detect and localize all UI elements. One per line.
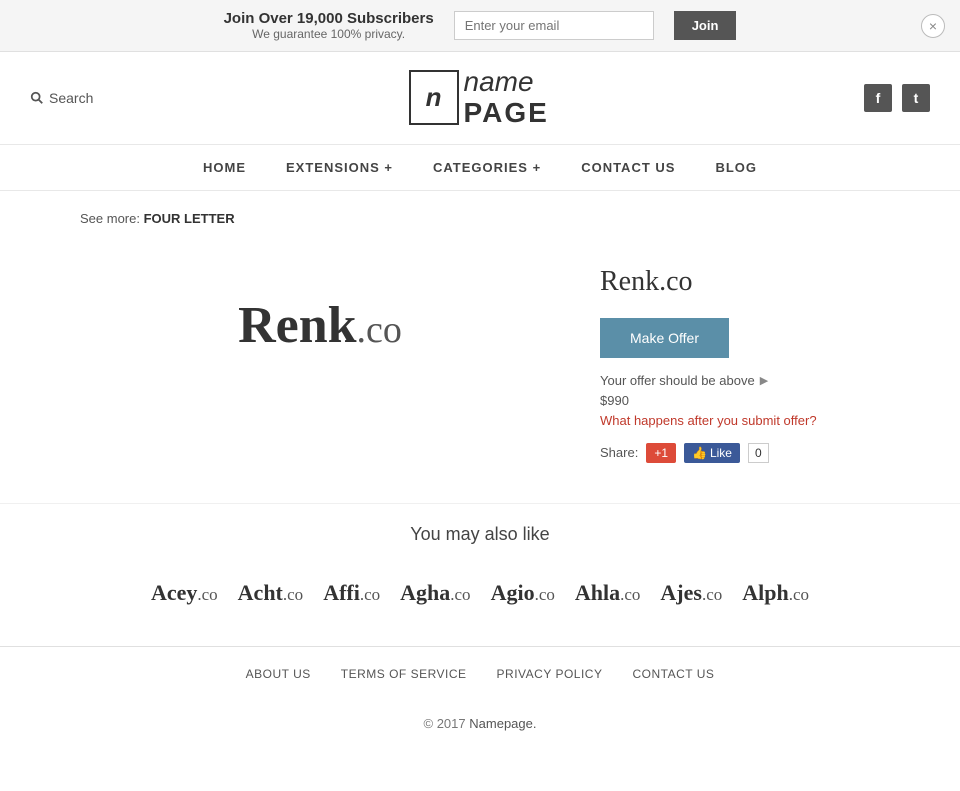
you-may-also-heading: You may also like (0, 503, 960, 560)
footer-terms-link[interactable]: TERMS OF SERVICE (341, 667, 467, 681)
list-item[interactable]: Alph.co (742, 580, 809, 606)
main-nav: HOME EXTENSIONS + CATEGORIES + CONTACT U… (0, 145, 960, 191)
breadcrumb-see-text: See more: (80, 211, 140, 226)
search-link[interactable]: Search (30, 90, 93, 106)
logo-text: name PAGE (464, 67, 549, 129)
make-offer-button[interactable]: Make Offer (600, 318, 729, 358)
logo-page: PAGE (464, 98, 549, 129)
list-item[interactable]: Acht.co (238, 580, 304, 606)
breadcrumb: See more: FOUR LETTER (0, 191, 960, 236)
list-item[interactable]: Ahla.co (575, 580, 641, 606)
footer-contact-link[interactable]: CONTACT US (632, 667, 714, 681)
similar-domains: Acey.co Acht.co Affi.co Agha.co Agio.co … (0, 560, 960, 646)
logo[interactable]: n name PAGE (409, 67, 549, 129)
header: Search n name PAGE f t (0, 52, 960, 145)
share-label: Share: (600, 445, 638, 460)
list-item[interactable]: Affi.co (323, 580, 380, 606)
nav-item-contact[interactable]: CONTACT US (581, 160, 675, 175)
list-item[interactable]: Agio.co (491, 580, 555, 606)
footer-copyright: © 2017 Namepage. (0, 701, 960, 756)
logo-icon-box: n (409, 70, 459, 125)
banner-text: Join Over 19,000 Subscribers We guarante… (224, 10, 434, 41)
search-label: Search (49, 90, 93, 106)
nav-item-blog[interactable]: BLOG (715, 160, 757, 175)
facebook-icon[interactable]: f (864, 84, 892, 112)
banner-sub-text: We guarantee 100% privacy. (224, 27, 434, 41)
twitter-icon[interactable]: t (902, 84, 930, 112)
offer-arrow-icon: ▶ (760, 374, 768, 387)
nav-item-categories[interactable]: CATEGORIES + (433, 160, 541, 175)
banner-join-button[interactable]: Join (674, 11, 737, 40)
nav-item-extensions[interactable]: EXTENSIONS + (286, 160, 393, 175)
what-happens-link[interactable]: What happens after you submit offer? (600, 413, 880, 428)
domain-title: Renk.co (600, 266, 880, 298)
offer-info-text: Your offer should be above ▶ (600, 373, 880, 388)
footer-copyright-link[interactable]: Namepage. (469, 716, 536, 731)
top-banner: Join Over 19,000 Subscribers We guarante… (0, 0, 960, 52)
footer-about-link[interactable]: ABOUT US (246, 667, 311, 681)
banner-close-button[interactable]: × (921, 14, 945, 38)
offer-price: $990 (600, 393, 880, 408)
search-icon (30, 91, 44, 105)
list-item[interactable]: Acey.co (151, 580, 218, 606)
domain-detail-section: Renk.co Make Offer Your offer should be … (600, 256, 880, 463)
footer-links: ABOUT US TERMS OF SERVICE PRIVACY POLICY… (0, 646, 960, 701)
domain-logo-name: Renk (238, 297, 356, 354)
breadcrumb-link[interactable]: FOUR LETTER (144, 211, 235, 226)
footer-privacy-link[interactable]: PRIVACY POLICY (497, 667, 603, 681)
domain-logo-display: Renk.co (238, 296, 402, 355)
domain-logo-section: Renk.co (80, 256, 560, 395)
main-content: Renk.co Renk.co Make Offer Your offer sh… (0, 236, 960, 503)
list-item[interactable]: Agha.co (400, 580, 470, 606)
nav-item-home[interactable]: HOME (203, 160, 246, 175)
gplus-button[interactable]: +1 (646, 443, 676, 463)
logo-name: name (464, 67, 549, 98)
facebook-count: 0 (748, 443, 769, 463)
share-row: Share: +1 👍 Like 0 (600, 443, 880, 463)
social-icons: f t (864, 84, 930, 112)
domain-logo-tld: .co (357, 309, 402, 351)
banner-main-text: Join Over 19,000 Subscribers (224, 10, 434, 27)
facebook-like-button[interactable]: 👍 Like (684, 443, 740, 463)
banner-email-input[interactable] (454, 11, 654, 40)
list-item[interactable]: Ajes.co (660, 580, 722, 606)
